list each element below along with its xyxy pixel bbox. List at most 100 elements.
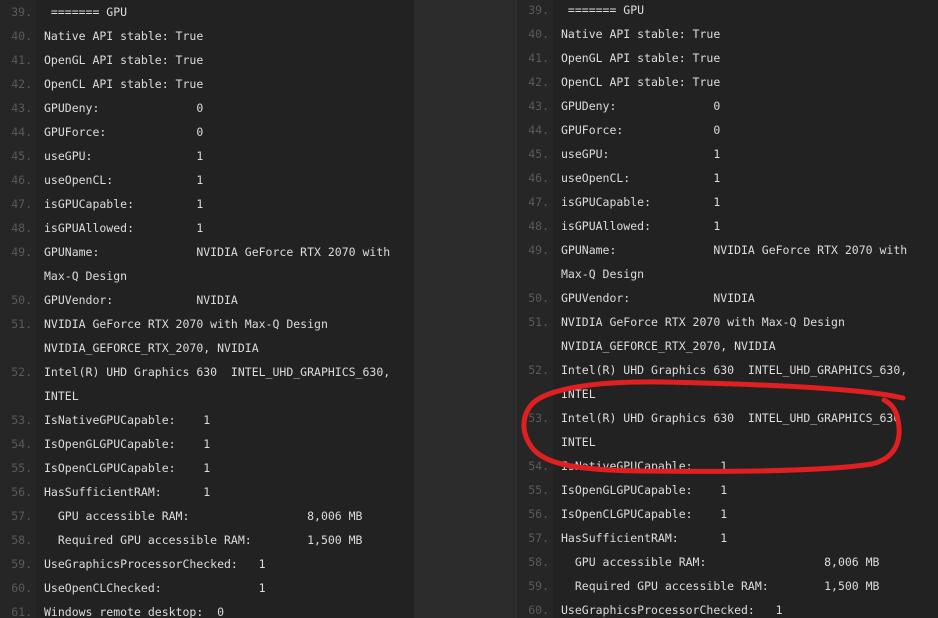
line-text: OpenCL API stable: True [44,77,204,91]
code-line: 55. IsOpenCLGPUCapable: 1 [0,456,414,480]
line-text: IsOpenGLGPUCapable: 1 [44,437,211,451]
code-line-continuation: Max-Q Design [0,264,414,288]
code-line: 43. GPUDeny: 0 [517,94,938,118]
code-line-continuation: NVIDIA_GEFORCE_RTX_2070, NVIDIA [517,334,938,358]
line-number: 58. [528,555,549,569]
code-line: 59. UseGraphicsProcessorChecked: 1 [0,552,414,576]
code-line: 52. Intel(R) UHD Graphics 630 INTEL_UHD_G… [0,360,414,384]
line-number: 53. [528,411,549,425]
line-text: GPUVendor: NVIDIA [44,293,238,307]
line-text: NVIDIA GeForce RTX 2070 with Max-Q Desig… [44,317,328,331]
line-text: useGPU: 1 [561,147,721,161]
line-text: GPUVendor: NVIDIA [561,291,755,305]
code-line: 59. Required GPU accessible RAM: 1,500 M… [517,574,938,598]
line-number: 59. [528,579,549,593]
code-line: 39. ======= GPU [0,0,414,24]
code-line: 42. OpenCL API stable: True [517,70,938,94]
line-number: 41. [11,53,32,67]
code-line-continuation: INTEL [517,382,938,406]
line-number: 39. [11,5,32,19]
line-text: HasSufficientRAM: 1 [44,485,211,499]
line-text: GPUForce: 0 [44,125,204,139]
code-line: 60. UseOpenCLChecked: 1 [0,576,414,600]
line-number: 51. [11,317,32,331]
line-text: NVIDIA_GEFORCE_RTX_2070, NVIDIA [44,341,259,355]
line-number: 51. [528,315,549,329]
line-number: 55. [528,483,549,497]
right-code-pane: 39. ======= GPU 40. Native API stable: Tru… [517,0,938,618]
line-number: 43. [11,101,32,115]
line-text: OpenCL API stable: True [561,75,721,89]
line-text: ======= GPU [44,5,128,19]
line-text: GPUName: NVIDIA GeForce RTX 2070 with [44,245,391,259]
code-line: 41. OpenGL API stable: True [0,48,414,72]
line-text: IsNativeGPUCapable: 1 [44,413,211,427]
line-number: 54. [528,459,549,473]
code-line: 51. NVIDIA GeForce RTX 2070 with Max-Q De… [517,310,938,334]
code-line: 45. useGPU: 1 [517,142,938,166]
line-number [517,382,561,406]
line-text: useOpenCL: 1 [561,171,721,185]
code-line: 43. GPUDeny: 0 [0,96,414,120]
line-text: UseGraphicsProcessorChecked: 1 [44,557,266,571]
code-line: 49. GPUName: NVIDIA GeForce RTX 2070 with [517,238,938,262]
line-number: 44. [528,123,549,137]
line-text: INTEL [561,435,596,449]
line-text: isGPUAllowed: 1 [44,221,204,235]
code-line: 51. NVIDIA GeForce RTX 2070 with Max-Q De… [0,312,414,336]
line-text: GPUDeny: 0 [561,99,721,113]
line-number: 44. [11,125,32,139]
line-number: 61. [11,605,32,618]
line-number: 57. [11,509,32,523]
code-line: 55. IsOpenGLGPUCapable: 1 [517,478,938,502]
line-text: Native API stable: True [561,27,721,41]
code-line: 54. IsOpenGLGPUCapable: 1 [0,432,414,456]
line-number: 52. [528,363,549,377]
code-line: 50. GPUVendor: NVIDIA [0,288,414,312]
code-line: 53. IsNativeGPUCapable: 1 [0,408,414,432]
code-line: 60. UseGraphicsProcessorChecked: 1 [517,598,938,618]
line-number: 49. [11,245,32,259]
line-text: Intel(R) UHD Graphics 630 INTEL_UHD_GRAP… [561,411,901,425]
line-text: isGPUCapable: 1 [561,195,721,209]
line-text: NVIDIA_GEFORCE_RTX_2070, NVIDIA [561,339,776,353]
line-number: 48. [11,221,32,235]
line-text: IsOpenGLGPUCapable: 1 [561,483,728,497]
code-line: 42. OpenCL API stable: True [0,72,414,96]
line-number: 52. [11,365,32,379]
code-line: 40. Native API stable: True [0,24,414,48]
line-text: ======= GPU [561,3,645,17]
code-line: 50. GPUVendor: NVIDIA [517,286,938,310]
line-text: Windows remote desktop: 0 [44,605,225,618]
line-number: 42. [528,75,549,89]
line-text: GPUDeny: 0 [44,101,204,115]
line-number: 60. [11,581,32,595]
code-line: 53. Intel(R) UHD Graphics 630 INTEL_UHD_G… [517,406,938,430]
line-number: 59. [11,557,32,571]
line-text: Native API stable: True [44,29,204,43]
line-text: Max-Q Design [561,267,645,281]
line-number: 60. [528,603,549,617]
line-number: 55. [11,461,32,475]
code-line: 58. GPU accessible RAM: 8,006 MB [517,550,938,574]
code-line: 47. isGPUCapable: 1 [517,190,938,214]
line-text: IsOpenCLGPUCapable: 1 [44,461,211,475]
line-text: GPUName: NVIDIA GeForce RTX 2070 with [561,243,908,257]
line-number: 58. [11,533,32,547]
line-number [517,334,561,358]
code-line: 56. HasSufficientRAM: 1 [0,480,414,504]
line-text: GPUForce: 0 [561,123,721,137]
line-number: 41. [528,51,549,65]
code-line: 44. GPUForce: 0 [517,118,938,142]
code-lines: 39. ======= GPU 40. Native API stable: Tru… [0,0,414,618]
line-number: 45. [11,149,32,163]
line-number [517,262,561,286]
pane-divider [414,0,517,618]
line-text: Required GPU accessible RAM: 1,500 MB [561,579,880,593]
line-text: UseGraphicsProcessorChecked: 1 [561,603,783,617]
line-number: 47. [528,195,549,209]
line-number: 54. [11,437,32,451]
line-number: 56. [528,507,549,521]
line-text: OpenGL API stable: True [44,53,204,67]
line-text: INTEL [561,387,596,401]
